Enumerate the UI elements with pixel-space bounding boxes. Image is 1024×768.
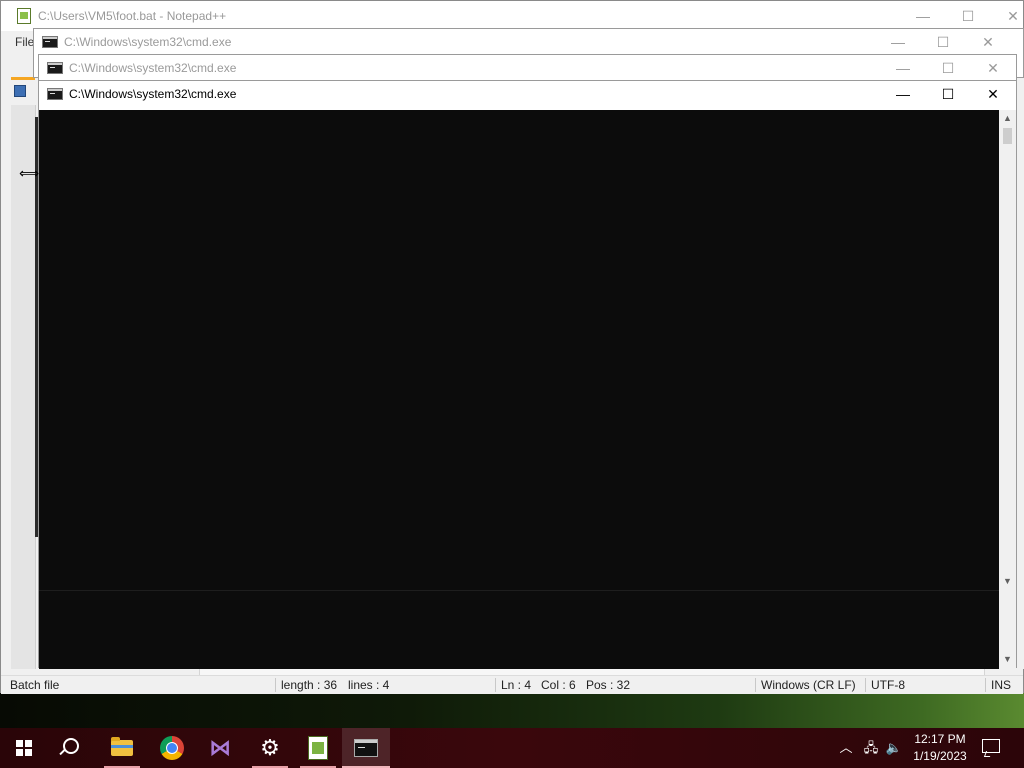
visual-studio-icon: ⋈ [209, 735, 231, 760]
notepadpp-close-button[interactable]: ✕ [1003, 8, 1023, 25]
status-encoding: UTF-8 [871, 678, 905, 692]
menu-file[interactable]: File [15, 35, 34, 49]
cmd-icon [354, 739, 378, 757]
status-pos: Pos : 32 [586, 678, 631, 692]
save-icon[interactable] [14, 85, 26, 97]
statusbar: Batch file length : 36 lines : 4 Ln : 4 … [1, 675, 1023, 694]
search-button[interactable] [48, 728, 96, 768]
show-hidden-icons-chevron-icon[interactable]: ︿ [836, 728, 856, 768]
taskbar-settings[interactable]: ⚙ [246, 728, 294, 768]
search-icon [63, 738, 79, 754]
console-divider [39, 590, 999, 591]
cmd-window-3-title: C:\Windows\system32\cmd.exe [69, 87, 237, 101]
line-number-gutter [11, 105, 36, 669]
notepadpp-minimize-button[interactable]: — [913, 8, 933, 24]
taskbar-file-explorer[interactable] [98, 728, 146, 768]
cmd-window-2-maximize-button[interactable]: ☐ [925, 55, 971, 81]
cmd-window-2-title: C:\Windows\system32\cmd.exe [69, 61, 237, 75]
cmd-window-3-titlebar[interactable]: C:\Windows\system32\cmd.exe — ☐ ✕ [39, 81, 1016, 107]
cmd-window-3[interactable]: C:\Windows\system32\cmd.exe — ☐ ✕ ▲ ▼ ▼ [38, 80, 1017, 669]
cmd-window-3-minimize-button[interactable]: — [880, 81, 926, 107]
cmd-window-3-maximize-button[interactable]: ☐ [925, 81, 971, 107]
status-col: Col : 6 [541, 678, 576, 692]
scroll-up-arrow-icon[interactable]: ▲ [999, 110, 1016, 126]
notepadpp-titlebar[interactable]: C:\Users\VM5\foot.bat - Notepad++ — ☐ ✕ [1, 1, 1023, 31]
status-file-type: Batch file [10, 678, 60, 692]
cmd-window-2-close-button[interactable]: ✕ [970, 55, 1016, 81]
cmd-window-1-titlebar[interactable]: C:\Windows\system32\cmd.exe — ☐ ✕ [34, 29, 1023, 55]
notepadpp-app-icon [17, 8, 31, 24]
scroll-down-arrow-icon[interactable]: ▼ [999, 573, 1016, 589]
taskbar-chrome[interactable] [148, 728, 196, 768]
console-output[interactable] [39, 110, 999, 669]
cmd-window-1-title: C:\Windows\system32\cmd.exe [64, 35, 232, 49]
cmd-window-1-close-button[interactable]: ✕ [965, 29, 1011, 55]
chrome-icon [160, 736, 184, 760]
windows-logo-icon [16, 740, 32, 756]
taskbar-cmd[interactable] [342, 728, 390, 768]
resize-cursor-icon: ⟺ [19, 165, 40, 181]
status-length: length : 36 [281, 678, 338, 692]
status-eol: Windows (CR LF) [761, 678, 856, 692]
cmd-window-1-maximize-button[interactable]: ☐ [920, 29, 966, 55]
status-line: Ln : 4 [501, 678, 532, 692]
settings-icon: ⚙ [260, 735, 280, 760]
file-explorer-icon [111, 737, 133, 756]
volume-icon[interactable]: 🔈 [884, 728, 904, 768]
notepadpp-left-edge [1, 57, 9, 669]
status-separator [275, 678, 276, 692]
cmd-window-3-close-button[interactable]: ✕ [970, 81, 1016, 107]
clock-date: 1/19/2023 [913, 749, 967, 763]
cmd-icon [47, 88, 63, 100]
status-separator [755, 678, 756, 692]
cmd-window-1-minimize-button[interactable]: — [875, 29, 921, 55]
notepadpp-tab-indicator [11, 77, 35, 80]
status-separator [985, 678, 986, 692]
clock-time: 12:17 PM [914, 732, 966, 746]
taskbar-visual-studio[interactable]: ⋈ [196, 728, 244, 768]
scroll-thumb[interactable] [1003, 128, 1012, 144]
status-separator [865, 678, 866, 692]
notepadpp-maximize-button[interactable]: ☐ [958, 8, 978, 25]
vertical-scrollbar[interactable]: ▲ ▼ ▼ [999, 110, 1016, 669]
status-ins: INS [991, 678, 1012, 692]
status-lines: lines : 4 [348, 678, 390, 692]
start-button[interactable] [0, 728, 48, 768]
cmd-icon [42, 36, 58, 48]
system-clock[interactable]: 12:17 PM 1/19/2023 [905, 731, 975, 765]
notepadpp-icon [308, 736, 328, 760]
scroll-down-arrow-icon[interactable]: ▼ [999, 651, 1016, 667]
taskbar-notepadpp[interactable] [294, 728, 342, 768]
network-icon[interactable]: 🖧 [860, 728, 882, 768]
notepadpp-right-edge [1017, 57, 1024, 669]
notepadpp-title: C:\Users\VM5\foot.bat - Notepad++ [38, 9, 227, 23]
status-separator [495, 678, 496, 692]
notification-center-icon[interactable] [982, 739, 1000, 753]
cmd-icon [47, 62, 63, 74]
cmd-window-2-minimize-button[interactable]: — [880, 55, 926, 81]
cmd-window-2-titlebar[interactable]: C:\Windows\system32\cmd.exe — ☐ ✕ [39, 55, 1016, 81]
taskbar: ⋈ ⚙ ︿ 🖧 🔈 12:17 PM 1/19/2023 [0, 728, 1024, 768]
